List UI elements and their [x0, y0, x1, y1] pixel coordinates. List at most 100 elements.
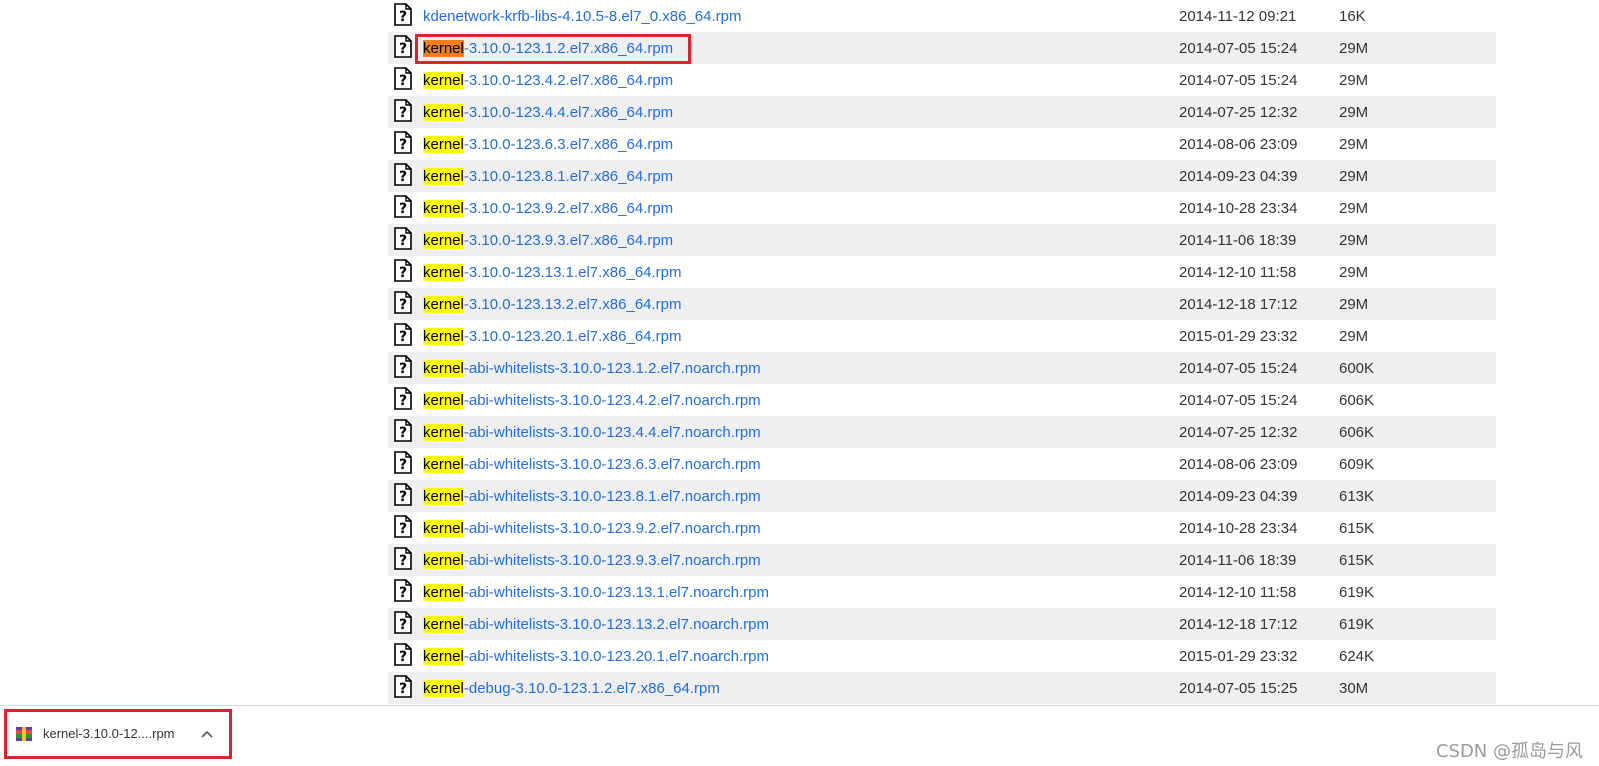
svg-text:?: ? [399, 457, 407, 473]
svg-text:?: ? [399, 265, 407, 281]
file-date: 2014-11-12 09:21 [1179, 7, 1297, 25]
search-highlight: kernel [423, 391, 464, 409]
file-link[interactable]: kernel-3.10.0-123.9.2.el7.x86_64.rpm [423, 199, 674, 217]
search-highlight: kernel [423, 679, 464, 697]
svg-text:?: ? [399, 73, 407, 89]
file-size: 29M [1339, 327, 1369, 345]
svg-text:?: ? [399, 553, 407, 569]
unknown-file-icon: ? [394, 355, 412, 378]
file-name-text: -3.10.0-123.13.1.el7.x86_64.rpm [463, 263, 682, 281]
file-date: 2015-01-29 23:32 [1179, 647, 1298, 665]
file-link[interactable]: kernel-abi-whitelists-3.10.0-123.1.2.el7… [423, 359, 761, 377]
file-name-text: -abi-whitelists-3.10.0-123.6.3.el7.noarc… [463, 455, 761, 473]
svg-text:?: ? [399, 393, 407, 409]
file-link[interactable]: kernel-3.10.0-123.4.2.el7.x86_64.rpm [423, 71, 674, 89]
file-link[interactable]: kernel-3.10.0-123.8.1.el7.x86_64.rpm [423, 167, 673, 185]
file-name-text: -3.10.0-123.9.2.el7.x86_64.rpm [463, 199, 674, 217]
file-link[interactable]: kernel-3.10.0-123.6.3.el7.x86_64.rpm [423, 135, 674, 153]
download-item[interactable]: kernel-3.10.0-12....rpm [4, 709, 232, 759]
unknown-file-icon: ? [394, 419, 412, 442]
file-name-text: -abi-whitelists-3.10.0-123.4.4.el7.noarc… [463, 423, 761, 441]
file-date: 2014-09-23 04:39 [1179, 167, 1298, 185]
file-link[interactable]: kernel-3.10.0-123.9.3.el7.x86_64.rpm [423, 231, 673, 249]
file-row: ? kernel-abi-whitelists-3.10.0-123.9.3.el… [388, 544, 1496, 576]
file-link[interactable]: kernel-abi-whitelists-3.10.0-123.9.3.el7… [423, 551, 761, 569]
svg-text:?: ? [399, 617, 407, 633]
file-name-text: -3.10.0-123.4.4.el7.x86_64.rpm [463, 103, 674, 121]
file-date: 2015-01-29 23:32 [1179, 327, 1298, 345]
svg-text:?: ? [399, 233, 407, 249]
file-name-text: kdenetwork-krfb-libs-4.10.5-8.el7_0.x86_… [423, 7, 742, 25]
file-size: 615K [1339, 519, 1375, 537]
file-link[interactable]: kernel-abi-whitelists-3.10.0-123.9.2.el7… [423, 519, 761, 537]
file-row: ? kernel-abi-whitelists-3.10.0-123.9.2.el… [388, 512, 1496, 544]
page: ? kdenetwork-krfb-libs-4.10.5-8.el7_0.x86… [0, 0, 1599, 766]
unknown-file-icon: ? [394, 291, 412, 314]
file-name-text: -abi-whitelists-3.10.0-123.1.2.el7.noarc… [463, 359, 761, 377]
file-link[interactable]: kernel-abi-whitelists-3.10.0-123.4.4.el7… [423, 423, 761, 441]
chevron-up-icon[interactable] [199, 724, 215, 742]
unknown-file-icon: ? [394, 579, 412, 602]
file-link[interactable]: kernel-abi-whitelists-3.10.0-123.6.3.el7… [423, 455, 761, 473]
svg-text:?: ? [399, 137, 407, 153]
file-link[interactable]: kernel-3.10.0-123.13.1.el7.x86_64.rpm [423, 263, 682, 281]
archive-file-icon [15, 726, 33, 742]
file-name-text: -3.10.0-123.4.2.el7.x86_64.rpm [463, 71, 674, 89]
unknown-file-icon: ? [394, 547, 412, 570]
file-link[interactable]: kernel-3.10.0-123.20.1.el7.x86_64.rpm [423, 327, 682, 345]
file-row: ? kernel-abi-whitelists-3.10.0-123.20.1.e… [388, 640, 1496, 672]
file-link[interactable]: kernel-abi-whitelists-3.10.0-123.20.1.el… [423, 647, 770, 665]
search-highlight: kernel [423, 135, 464, 153]
file-date: 2014-11-06 18:39 [1179, 231, 1297, 249]
unknown-file-icon: ? [394, 99, 412, 122]
file-size: 29M [1339, 103, 1369, 121]
search-highlight: kernel [423, 487, 464, 505]
file-date: 2014-12-10 11:58 [1179, 263, 1297, 281]
file-name-text: -debug-3.10.0-123.1.2.el7.x86_64.rpm [463, 679, 720, 697]
watermark: CSDN @孤岛与风 [1435, 741, 1583, 762]
file-name-text: -abi-whitelists-3.10.0-123.13.1.el7.noar… [463, 583, 770, 601]
unknown-file-icon: ? [394, 387, 412, 410]
file-row: ? kernel-3.10.0-123.13.2.el7.x86_64.rpm 20… [388, 288, 1496, 320]
download-filename: kernel-3.10.0-12....rpm [43, 726, 175, 741]
file-name-text: -3.10.0-123.6.3.el7.x86_64.rpm [463, 135, 674, 153]
file-link[interactable]: kernel-debug-3.10.0-123.1.2.el7.x86_64.r… [423, 679, 720, 697]
search-highlight: kernel [423, 295, 464, 313]
file-link[interactable]: kernel-abi-whitelists-3.10.0-123.8.1.el7… [423, 487, 761, 505]
file-size: 29M [1339, 231, 1369, 249]
file-name-text: -abi-whitelists-3.10.0-123.8.1.el7.noarc… [463, 487, 761, 505]
file-date: 2014-11-06 18:39 [1179, 551, 1297, 569]
file-row: ? kernel-3.10.0-123.9.3.el7.x86_64.rpm 201… [388, 224, 1496, 256]
file-row: ? kernel-abi-whitelists-3.10.0-123.13.1.e… [388, 576, 1496, 608]
file-date: 2014-10-28 23:34 [1179, 519, 1298, 537]
file-link[interactable]: kernel-3.10.0-123.4.4.el7.x86_64.rpm [423, 103, 674, 121]
file-row: ? kernel-3.10.0-123.4.4.el7.x86_64.rpm 201… [388, 96, 1496, 128]
file-link[interactable]: kernel-abi-whitelists-3.10.0-123.4.2.el7… [423, 391, 761, 409]
unknown-file-icon: ? [394, 259, 412, 282]
search-highlight: kernel [423, 199, 464, 217]
file-size: 613K [1339, 487, 1375, 505]
file-date: 2014-08-06 23:09 [1179, 455, 1298, 473]
file-size: 30M [1339, 679, 1369, 697]
search-highlight: kernel [423, 423, 464, 441]
file-link[interactable]: kdenetwork-krfb-libs-4.10.5-8.el7_0.x86_… [423, 8, 742, 25]
file-link[interactable]: kernel-abi-whitelists-3.10.0-123.13.2.el… [423, 615, 770, 633]
file-link[interactable]: kernel-3.10.0-123.13.2.el7.x86_64.rpm [423, 295, 682, 313]
file-link[interactable]: kernel-abi-whitelists-3.10.0-123.13.1.el… [423, 583, 770, 601]
svg-text:?: ? [399, 681, 407, 697]
file-row: ? kernel-abi-whitelists-3.10.0-123.8.1.el… [388, 480, 1496, 512]
file-row: ? kernel-abi-whitelists-3.10.0-123.4.2.el… [388, 384, 1496, 416]
search-highlight: kernel [423, 647, 464, 665]
file-name-text: -abi-whitelists-3.10.0-123.20.1.el7.noar… [463, 647, 770, 665]
file-name-text: -abi-whitelists-3.10.0-123.13.2.el7.noar… [463, 615, 770, 633]
unknown-file-icon: ? [394, 227, 412, 250]
file-link[interactable]: kernel-3.10.0-123.1.2.el7.x86_64.rpm [423, 39, 674, 57]
unknown-file-icon: ? [394, 163, 412, 186]
file-name-text: -abi-whitelists-3.10.0-123.4.2.el7.noarc… [463, 391, 761, 409]
file-size: 29M [1339, 263, 1369, 281]
file-row: ? kernel-3.10.0-123.9.2.el7.x86_64.rpm 201… [388, 192, 1496, 224]
file-name-text: -3.10.0-123.1.2.el7.x86_64.rpm [463, 39, 674, 57]
file-size: 29M [1339, 135, 1369, 153]
file-date: 2014-07-05 15:24 [1179, 391, 1298, 409]
file-row: ? kernel-abi-whitelists-3.10.0-123.4.4.el… [388, 416, 1496, 448]
